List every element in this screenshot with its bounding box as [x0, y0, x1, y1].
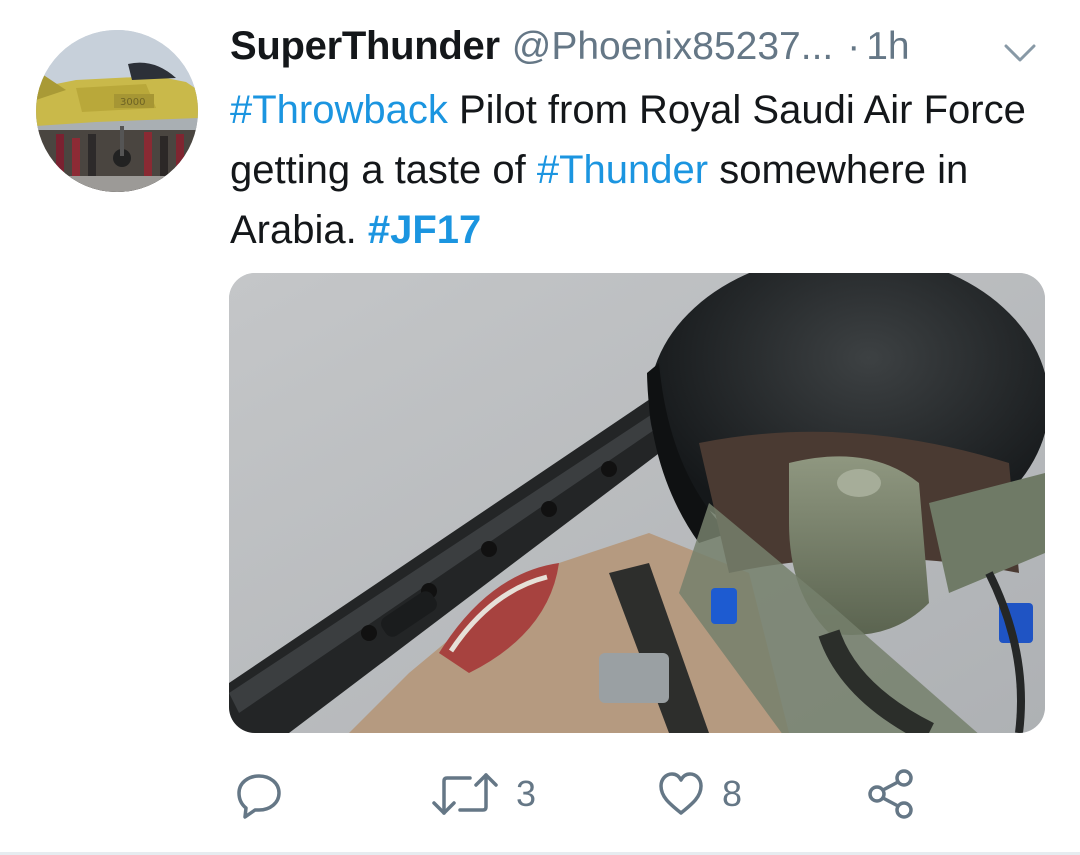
reply-button[interactable] — [234, 762, 300, 826]
like-count: 8 — [722, 773, 743, 814]
hashtag-thunder[interactable]: #Thunder — [537, 148, 708, 192]
tweet-media-image[interactable] — [229, 273, 1045, 733]
retweet-button[interactable]: 3 — [430, 762, 536, 826]
user-handle[interactable]: @Phoenix85237... — [512, 25, 833, 69]
avatar-tail-number: 3000 — [120, 97, 145, 108]
share-button[interactable] — [866, 762, 932, 826]
avatar[interactable]: 3000 — [36, 30, 198, 192]
more-options-button[interactable] — [1000, 38, 1040, 68]
tweet-actions-bar: 3 8 — [0, 762, 1080, 832]
reply-icon — [237, 774, 281, 819]
tweet-header: SuperThunder @Phoenix85237... · 1h — [230, 24, 910, 80]
tweet-card[interactable]: 3000 SuperThunder @Phoenix85237... · 1h … — [0, 0, 1080, 855]
hashtag-throwback[interactable]: #Throwback — [230, 88, 448, 132]
pilot-cockpit-photo — [229, 273, 1045, 733]
timestamp[interactable]: 1h — [866, 25, 909, 69]
retweet-count: 3 — [516, 773, 537, 814]
hashtag-jf17[interactable]: #JF17 — [368, 208, 481, 252]
share-icon — [868, 769, 913, 819]
display-name[interactable]: SuperThunder — [230, 24, 500, 69]
chevron-down-icon — [1004, 44, 1036, 62]
heart-icon — [659, 772, 703, 815]
like-button[interactable]: 8 — [656, 762, 742, 826]
separator-dot: · — [847, 25, 861, 68]
retweet-icon — [432, 773, 498, 815]
tweet-text: #Throwback Pilot from Royal Saudi Air Fo… — [230, 80, 1030, 260]
avatar-jet-image: 3000 — [36, 30, 198, 192]
